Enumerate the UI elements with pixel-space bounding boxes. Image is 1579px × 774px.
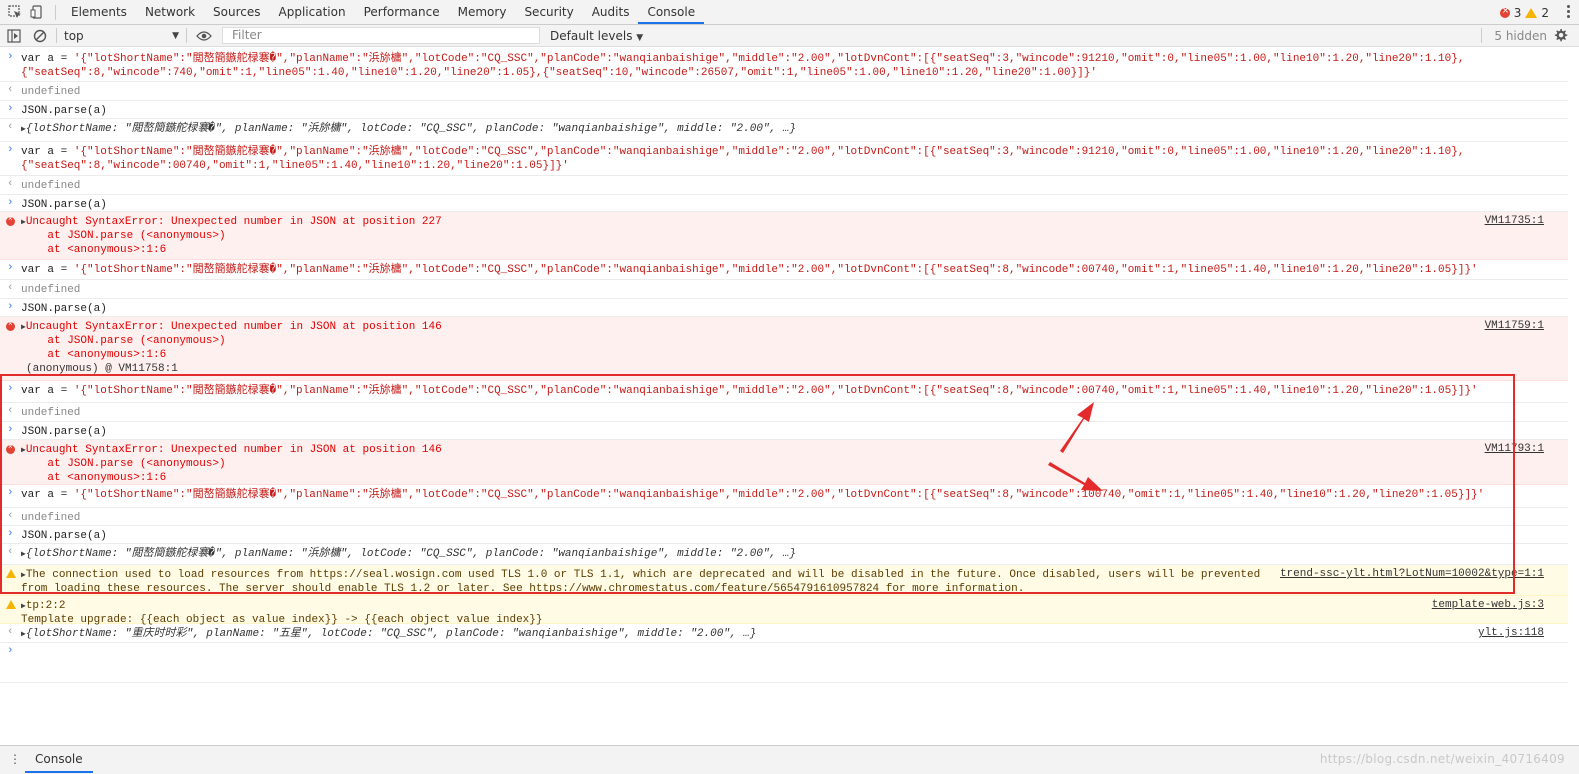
tab-application[interactable]: Application bbox=[270, 0, 355, 24]
tab-memory[interactable]: Memory bbox=[449, 0, 516, 24]
message-text-line: JSON.parse(a) bbox=[21, 303, 107, 315]
tab-console[interactable]: Console bbox=[638, 0, 705, 24]
tab-sources[interactable]: Sources bbox=[204, 0, 269, 24]
console-input-line: › var a = '{"lotShortName":"閲嶅簡鏃舵椂褰�","pl… bbox=[0, 142, 1568, 176]
message-text-line: JSON.parse(a) bbox=[21, 105, 107, 117]
message-text-line: ▶{lotShortName: "閲嶅簡鏃舵椂褰�", planName: "浜… bbox=[21, 123, 796, 135]
error-icon bbox=[6, 215, 15, 226]
console-input-line: › var a = '{"lotShortName":"閲嶅簡鏃舵椂褰�","pl… bbox=[0, 49, 1568, 82]
output-return-icon: ‹ bbox=[7, 84, 14, 96]
error-icon bbox=[6, 320, 15, 331]
console-settings-gear-icon[interactable] bbox=[1553, 28, 1568, 43]
source-link[interactable]: VM11735:1 bbox=[1485, 215, 1544, 227]
input-prompt-icon: › bbox=[7, 51, 14, 63]
input-prompt-icon: › bbox=[7, 262, 14, 274]
console-input-line: › JSON.parse(a) bbox=[0, 195, 1568, 212]
dropdown-arrow-icon: ▼ bbox=[172, 31, 179, 41]
device-toolbar-icon[interactable] bbox=[30, 5, 44, 19]
message-text-line: ▶Uncaught SyntaxError: Unexpected number… bbox=[21, 321, 442, 333]
console-output-line: ‹ undefined bbox=[0, 82, 1568, 101]
console-input-line: › bbox=[0, 643, 1568, 683]
message-text-line: at JSON.parse (<anonymous>) bbox=[21, 230, 226, 242]
console-output-line: ‹ ▶{lotShortName: "重庆时时彩", planName: "五星"… bbox=[0, 624, 1568, 643]
toolbar-divider bbox=[56, 28, 57, 43]
toggle-sidebar-icon[interactable] bbox=[7, 29, 21, 43]
message-text-line: JSON.parse(a) bbox=[21, 199, 107, 211]
console-output-line: ‹ undefined bbox=[0, 280, 1568, 299]
source-link[interactable]: template-web.js:3 bbox=[1432, 599, 1544, 611]
message-text-line: var a = '{"lotShortName":"閲嶅簡鏃舵椂褰�","pla… bbox=[21, 146, 1465, 158]
message-text-line: ▶{lotShortName: "重庆时时彩", planName: "五星",… bbox=[21, 628, 757, 640]
toolbar-divider bbox=[55, 5, 56, 20]
message-text-line: undefined bbox=[21, 86, 81, 98]
warning-count-icon bbox=[1525, 7, 1538, 18]
output-return-icon: ‹ bbox=[7, 178, 14, 190]
drawer-menu-icon[interactable]: ⋮ bbox=[9, 750, 21, 768]
tab-network[interactable]: Network bbox=[136, 0, 204, 24]
filter-input[interactable]: Filter bbox=[222, 27, 540, 44]
clear-console-icon[interactable] bbox=[33, 29, 47, 43]
message-text-line: {"seatSeq":8,"wincode":00740,"omit":1,"l… bbox=[21, 160, 569, 172]
message-text-line: undefined bbox=[21, 284, 81, 296]
hidden-messages-count: 5 hidden bbox=[1494, 29, 1547, 43]
dropdown-arrow-icon: ▼ bbox=[636, 33, 644, 43]
message-text-line: ▶Uncaught SyntaxError: Unexpected number… bbox=[21, 216, 442, 228]
input-prompt-icon: › bbox=[7, 144, 14, 156]
error-count-icon bbox=[1499, 6, 1510, 18]
output-return-icon: ‹ bbox=[7, 121, 14, 133]
console-output-line: ‹ ▶{lotShortName: "閲嶅簡鏃舵椂褰�", planName: "… bbox=[0, 119, 1568, 142]
toolbar-divider bbox=[186, 28, 187, 43]
warning-icon bbox=[6, 600, 16, 609]
tab-elements[interactable]: Elements bbox=[62, 0, 136, 24]
message-text-line: at JSON.parse (<anonymous>) bbox=[21, 335, 226, 347]
live-expression-eye-icon[interactable] bbox=[196, 30, 212, 42]
drawer: ⋮ Console https://blog.csdn.net/weixin_4… bbox=[0, 745, 1579, 774]
message-text-line: undefined bbox=[21, 180, 81, 192]
warning-count: 2 bbox=[1541, 5, 1549, 20]
error-count: 3 bbox=[1513, 5, 1522, 20]
message-text-line: var a = '{"lotShortName":"閲嶅簡鏃舵椂褰�","pla… bbox=[21, 264, 1478, 276]
tab-security[interactable]: Security bbox=[515, 0, 582, 24]
input-prompt-icon: › bbox=[7, 301, 14, 313]
context-value: top bbox=[64, 29, 84, 43]
console-toolbar: top ▼ Filter Default levels ▼ 5 hidden bbox=[0, 25, 1579, 47]
console-error-message: ▶Uncaught SyntaxError: Unexpected number… bbox=[0, 317, 1568, 381]
issue-counts[interactable]: 3 2 bbox=[1499, 0, 1549, 25]
toolbar-divider bbox=[1481, 28, 1482, 43]
highlight-box bbox=[0, 374, 1515, 594]
console-error-message: ▶Uncaught SyntaxError: Unexpected number… bbox=[0, 212, 1568, 260]
devtools-tab-bar: Elements Network Sources Application Perform… bbox=[0, 0, 1579, 25]
input-prompt-icon: › bbox=[7, 197, 14, 209]
more-options-icon[interactable] bbox=[1567, 4, 1571, 20]
input-prompt-icon: › bbox=[7, 103, 14, 115]
panel-tabs: Elements Network Sources Application Perform… bbox=[62, 0, 705, 25]
tab-performance[interactable]: Performance bbox=[355, 0, 449, 24]
context-selector[interactable]: top ▼ bbox=[64, 28, 179, 44]
drawer-tab-console[interactable]: Console bbox=[25, 746, 93, 773]
watermark: https://blog.csdn.net/weixin_40716409 bbox=[1319, 752, 1565, 766]
inspect-element-icon[interactable] bbox=[8, 5, 22, 19]
log-levels-label: Default levels bbox=[550, 29, 633, 43]
message-text-line: {"seatSeq":8,"wincode":740,"omit":1,"lin… bbox=[21, 67, 1097, 79]
tab-audits[interactable]: Audits bbox=[583, 0, 639, 24]
console-input-line: › var a = '{"lotShortName":"閲嶅簡鏃舵椂褰�","pl… bbox=[0, 260, 1568, 280]
source-link[interactable]: ylt.js:118 bbox=[1478, 627, 1544, 639]
output-return-icon: ‹ bbox=[7, 282, 14, 294]
console-warning-message: ▶tp:2:2 Template upgrade: {{each object a… bbox=[0, 596, 1568, 626]
output-return-icon: ‹ bbox=[7, 626, 14, 638]
message-text-line: var a = '{"lotShortName":"閲嶅簡鏃舵椂褰�","pla… bbox=[21, 53, 1465, 65]
console-input-line: › JSON.parse(a) bbox=[0, 101, 1568, 119]
console-output-line: ‹ undefined bbox=[0, 176, 1568, 195]
log-levels-dropdown[interactable]: Default levels ▼ bbox=[550, 28, 643, 46]
console-input-line: › JSON.parse(a) bbox=[0, 299, 1568, 317]
message-text-line: at <anonymous>:1:6 bbox=[21, 349, 167, 361]
input-prompt-icon: › bbox=[7, 645, 14, 657]
message-text-line: at <anonymous>:1:6 bbox=[21, 244, 167, 256]
source-link[interactable]: VM11759:1 bbox=[1485, 320, 1544, 332]
message-text-line: ▶tp:2:2 bbox=[21, 600, 66, 612]
